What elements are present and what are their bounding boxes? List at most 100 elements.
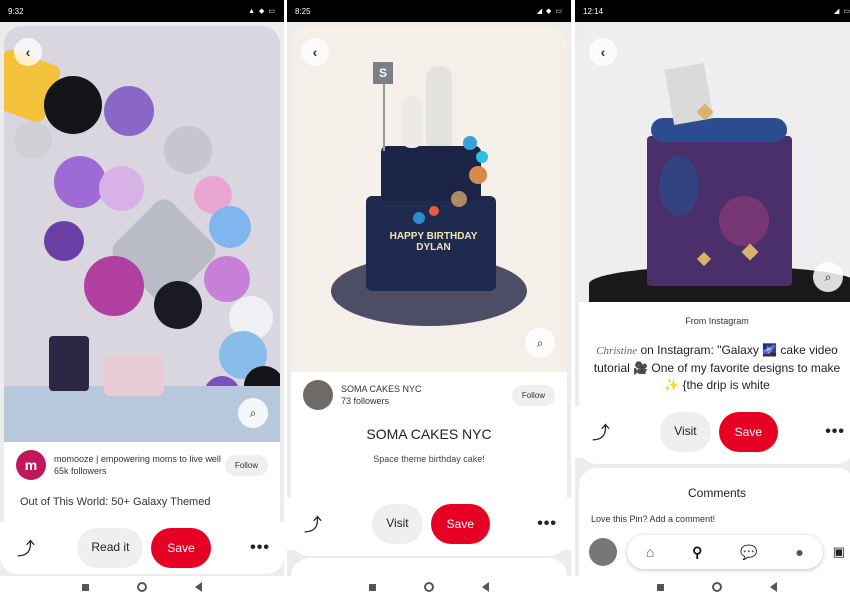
- profile-avatar[interactable]: [589, 538, 617, 566]
- profile-icon[interactable]: ●: [795, 544, 803, 560]
- pin-image[interactable]: ‹ ⌕: [579, 26, 850, 302]
- status-icons: ◢ ▭: [834, 8, 850, 15]
- add-comment-prompt[interactable]: Love this Pin? Add a comment!: [579, 500, 850, 524]
- author-row: SOMA CAKES NYC 73 followers Follow: [291, 372, 567, 418]
- author-name[interactable]: momooze | empowering moms to live well: [54, 453, 225, 465]
- planet: [463, 136, 477, 150]
- visual-search-icon: ⌕: [536, 335, 544, 350]
- share-icon[interactable]: ⤴: [589, 419, 613, 445]
- phone-screen-2: 8:25 ◢ ◆ ▭ HAPPY BIRTHDAY DYLAN S ‹ ⌕ SO…: [287, 0, 571, 598]
- back-nav-icon[interactable]: [195, 582, 202, 592]
- save-button[interactable]: Save: [430, 504, 490, 544]
- cake: [49, 336, 89, 391]
- status-icons: ◢ ◆ ▭: [536, 8, 563, 15]
- action-bar: ⤴ Visit Save •••: [575, 406, 850, 458]
- source-label[interactable]: From Instagram: [579, 302, 850, 334]
- follow-button[interactable]: Follow: [224, 454, 268, 476]
- balloon: [14, 121, 52, 159]
- balloon: [44, 76, 102, 134]
- author-row: m momooze | empowering moms to live well…: [4, 442, 280, 488]
- author-avatar[interactable]: [303, 380, 333, 410]
- home-nav-icon[interactable]: [712, 582, 722, 592]
- author-name[interactable]: SOMA CAKES NYC: [341, 383, 512, 395]
- more-icon[interactable]: •••: [250, 539, 270, 557]
- balloon: [204, 256, 250, 302]
- status-bar: 9:32 ▲ ◆ ▭: [0, 0, 284, 22]
- pin-description: Space theme birthday cake!: [373, 454, 485, 464]
- status-icons: ▲ ◆ ▭: [248, 8, 276, 15]
- rocket-topper: [426, 66, 452, 146]
- pin-screen: ‹ ⌕ From Instagram Christine on Instagra…: [575, 22, 850, 576]
- system-nav-bar: [575, 576, 850, 598]
- cake-top-tier: [381, 146, 481, 201]
- astronaut-topper: [401, 96, 423, 148]
- planet: [451, 191, 467, 207]
- board-title: SOMA CAKES NYC: [366, 426, 492, 442]
- back-nav-icon[interactable]: [770, 582, 777, 592]
- balloon: [84, 256, 144, 316]
- more-icon[interactable]: •••: [537, 515, 557, 533]
- caption-author: Christine: [596, 345, 638, 357]
- balloon: [54, 156, 106, 208]
- cake-swirl: [659, 156, 699, 216]
- back-arrow-icon: ‹: [600, 44, 606, 60]
- pin-screen: ‹ ⌕ m momooze | empowering moms to live …: [0, 22, 284, 576]
- share-icon[interactable]: ⤴: [14, 535, 38, 561]
- recents-icon[interactable]: [657, 583, 664, 591]
- comments-title: Comments: [687, 486, 746, 500]
- cake-swirl: [719, 196, 769, 246]
- tab-bar: ⌂ ⚲ 💬 ● ▣: [589, 534, 845, 570]
- status-time: 12:14: [583, 6, 604, 16]
- home-nav-icon[interactable]: [424, 582, 434, 592]
- more-icon[interactable]: •••: [825, 423, 845, 441]
- back-button[interactable]: ‹: [14, 38, 42, 66]
- visual-search-button[interactable]: ⌕: [525, 328, 555, 358]
- search-icon[interactable]: ⚲: [692, 544, 702, 561]
- author-info: momooze | empowering moms to live well 6…: [54, 453, 225, 477]
- back-button[interactable]: ‹: [301, 38, 329, 66]
- pin-card: ‹ ⌕ m momooze | empowering moms to live …: [4, 26, 280, 574]
- visual-search-button[interactable]: ⌕: [238, 398, 268, 428]
- author-followers: 65k followers: [54, 466, 107, 476]
- share-icon[interactable]: ⤴: [301, 511, 325, 537]
- save-button[interactable]: Save: [151, 528, 211, 568]
- back-button[interactable]: ‹: [589, 38, 617, 66]
- follow-button[interactable]: Follow: [511, 384, 555, 406]
- chat-icon[interactable]: 💬: [740, 544, 757, 561]
- action-bar: ⤴ Read it Save •••: [0, 522, 284, 574]
- author-avatar[interactable]: m: [16, 450, 46, 480]
- planet: [413, 212, 425, 224]
- back-nav-icon[interactable]: [482, 582, 489, 592]
- flag: S: [373, 62, 393, 84]
- pin-card: HAPPY BIRTHDAY DYLAN S ‹ ⌕ SOMA CAKES NY…: [291, 26, 567, 556]
- planet: [476, 151, 488, 163]
- visual-search-button[interactable]: ⌕: [813, 262, 843, 292]
- author-info: SOMA CAKES NYC 73 followers: [341, 383, 512, 407]
- status-bar: 12:14 ◢ ▭: [575, 0, 850, 22]
- back-arrow-icon: ‹: [25, 44, 31, 60]
- balloon: [209, 206, 251, 248]
- pin-image[interactable]: HAPPY BIRTHDAY DYLAN S ‹ ⌕: [291, 26, 567, 372]
- home-icon[interactable]: ⌂: [646, 544, 654, 560]
- save-button[interactable]: Save: [718, 412, 778, 452]
- pin-image[interactable]: ‹ ⌕: [4, 26, 280, 442]
- visit-button[interactable]: Visit: [660, 412, 711, 452]
- visit-button[interactable]: Visit: [372, 504, 423, 544]
- author-followers: 73 followers: [341, 396, 390, 406]
- home-nav-icon[interactable]: [137, 582, 147, 592]
- status-bar: 8:25 ◢ ◆ ▭: [287, 0, 571, 22]
- pin-card: ‹ ⌕ From Instagram Christine on Instagra…: [579, 26, 850, 464]
- pin-title: Out of This World: 50+ Galaxy Themed: [20, 496, 211, 508]
- recents-icon[interactable]: [369, 583, 376, 591]
- read-it-button[interactable]: Read it: [77, 528, 144, 568]
- cake-decoration: [104, 356, 164, 396]
- recents-icon[interactable]: [82, 583, 89, 591]
- balloon: [99, 166, 144, 211]
- pin-caption: Christine on Instagram: "Galaxy 🌌 cake v…: [579, 334, 850, 394]
- cake-text: HAPPY BIRTHDAY DYLAN: [389, 231, 478, 253]
- phone-screen-1: 9:32 ▲ ◆ ▭ ‹ ⌕ m momooze | empowering mo…: [0, 0, 284, 598]
- frosting-top: [651, 118, 787, 142]
- gallery-icon[interactable]: ▣: [833, 544, 845, 560]
- system-nav-bar: [0, 576, 284, 598]
- status-time: 8:25: [295, 6, 311, 16]
